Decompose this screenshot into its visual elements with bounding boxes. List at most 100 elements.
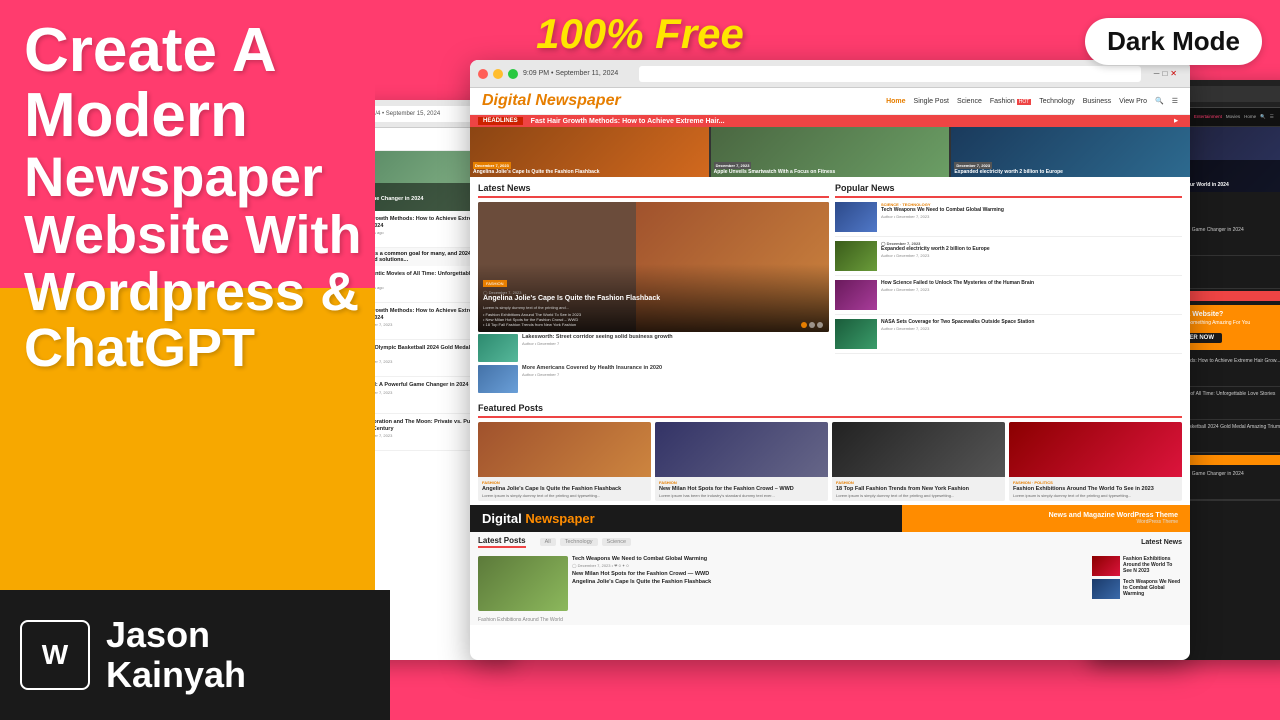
hero-title-2: Apple Unveils Smartwatch With a Focus on… bbox=[714, 169, 836, 175]
headline-line5: Wordpress & bbox=[24, 264, 366, 321]
featured-cat-3: FASHION bbox=[836, 480, 1001, 485]
featured-info-2: FASHION New Milan Hot Spots for the Fash… bbox=[655, 477, 828, 501]
latest-popular-section: Latest News FASHION ◯ December 7, 2023 A… bbox=[470, 177, 1190, 399]
popular-meta-4: Author • December 7, 2023 bbox=[881, 326, 1034, 331]
nav-business[interactable]: Business bbox=[1083, 98, 1111, 105]
ln-title-2: Tech Weapons We Need to Combat Global Wa… bbox=[1123, 579, 1182, 599]
center-browser: 9:09 PM • September 11, 2024 ─ □ ✕ Digit… bbox=[470, 60, 1190, 660]
maximize-icon[interactable]: □ bbox=[1162, 69, 1167, 78]
nav-viewpro[interactable]: View Pro bbox=[1119, 98, 1147, 105]
tab-all[interactable]: All bbox=[540, 538, 556, 546]
lp-title-1: Tech Weapons We Need to Combat Global Wa… bbox=[572, 556, 1088, 562]
digital-word: Digital bbox=[482, 511, 525, 526]
browser-bar-center: 9:09 PM • September 11, 2024 ─ □ ✕ bbox=[470, 60, 1190, 88]
dot-2 bbox=[809, 322, 815, 328]
nav-technology[interactable]: Technology bbox=[1039, 98, 1074, 105]
popular-title-2: Expanded electricity worth 2 billion to … bbox=[881, 246, 990, 252]
latest-posts-header: Latest Posts All Technology Science Late… bbox=[470, 532, 1190, 552]
featured-desc-3: Lorem ipsum is simply dummy text of the … bbox=[836, 494, 1001, 499]
dark-mode-badge[interactable]: Dark Mode bbox=[1085, 18, 1262, 65]
featured-title-1: Angelina Jolie's Cape Is Quite the Fashi… bbox=[482, 486, 647, 493]
featured-desc-2: Lorem ipsum has been the industry's stan… bbox=[659, 494, 824, 499]
headline-text: Create A Modern Newspaper bbox=[24, 18, 366, 207]
nav-items: Home Single Post Science Fashion HOT Tec… bbox=[886, 97, 1178, 105]
popular-img-1 bbox=[835, 202, 877, 232]
url-bar-center bbox=[639, 66, 1140, 82]
minimize-icon[interactable]: ─ bbox=[1154, 69, 1160, 78]
headline-line1: Create A bbox=[24, 18, 366, 83]
hero-cat-1: December 7, 2023 bbox=[473, 162, 511, 169]
small-meta-2: Author • December 7 bbox=[522, 372, 662, 377]
big-news-card: FASHION ◯ December 7, 2023 Angelina Joli… bbox=[478, 202, 829, 332]
featured-title-2: New Milan Hot Spots for the Fashion Crow… bbox=[659, 486, 824, 493]
headline-line3: Newspaper bbox=[24, 148, 366, 207]
featured-card-2: FASHION New Milan Hot Spots for the Fash… bbox=[655, 422, 828, 501]
card-big-overlay: FASHION ◯ December 7, 2023 Angelina Joli… bbox=[478, 264, 829, 332]
featured-img-1 bbox=[478, 422, 651, 477]
small-img-2 bbox=[478, 365, 518, 393]
featured-card-4: FASHION · POLITICS Fashion Exhibitions A… bbox=[1009, 422, 1182, 501]
newspaper-word: Newspaper bbox=[525, 511, 594, 526]
popular-title-3: How Science Failed to Unlock The Mysteri… bbox=[881, 280, 1034, 286]
featured-title-3: 18 Top Fall Fashion Trends from New York… bbox=[836, 486, 1001, 493]
nav-fashion[interactable]: Fashion HOT bbox=[990, 98, 1031, 105]
popular-news-title: Popular News bbox=[835, 183, 1182, 198]
featured-img-4 bbox=[1009, 422, 1182, 477]
lp-img-1 bbox=[478, 556, 568, 611]
headlines-bar: HEADLINES Fast Hair Growth Methods: How … bbox=[470, 115, 1190, 127]
hero-item-1: December 7, 2023 Angelina Jolie's Cape I… bbox=[470, 127, 709, 177]
featured-title-4: Fashion Exhibitions Around The World To … bbox=[1013, 486, 1178, 493]
nav-home[interactable]: Home bbox=[886, 98, 905, 105]
latest-posts-title: Latest Posts bbox=[478, 536, 526, 548]
search-icon[interactable]: 🔍 bbox=[1155, 97, 1164, 105]
dn-tagline-area: News and Magazine WordPress Theme WordPr… bbox=[1049, 512, 1178, 525]
featured-info-4: FASHION · POLITICS Fashion Exhibitions A… bbox=[1009, 477, 1182, 501]
screenshots-area: 8/8/8/4 • September 15, 2024 PİXEL. TOP … bbox=[375, 0, 1280, 720]
left-article-meta-5: Author • December 7, 2023 bbox=[375, 390, 468, 395]
featured-cat-4: FASHION · POLITICS bbox=[1013, 480, 1178, 485]
dark-nav-movies[interactable]: Movies bbox=[1226, 114, 1240, 120]
tab-tech[interactable]: Technology bbox=[560, 538, 598, 546]
lp-title-3: Angelina Jolie's Cape Is Quite the Fashi… bbox=[572, 579, 1088, 585]
tab-sci[interactable]: Science bbox=[602, 538, 632, 546]
newspaper-logo: Digital Newspaper bbox=[482, 92, 621, 110]
ln-title-1: Fashion Exhibitions Around the World To … bbox=[1123, 556, 1182, 576]
hero-item-3: December 7, 2023 Expanded electricity wo… bbox=[951, 127, 1190, 177]
ln-img-1 bbox=[1092, 556, 1120, 576]
headline-line6: ChatGPT bbox=[24, 320, 366, 377]
dn-logo-area: Digital Newspaper bbox=[482, 511, 595, 526]
ln-img-2 bbox=[1092, 579, 1120, 599]
ln-item-1: Fashion Exhibitions Around the World To … bbox=[1092, 556, 1182, 576]
popular-img-2 bbox=[835, 241, 877, 271]
menu-icon[interactable]: ☰ bbox=[1172, 97, 1178, 105]
headlines-label: HEADLINES bbox=[478, 117, 523, 125]
popular-meta-1: Author • December 7, 2023 bbox=[881, 214, 1004, 219]
featured-cat-2: FASHION bbox=[659, 480, 824, 485]
dark-nav-home[interactable]: Home bbox=[1244, 114, 1256, 120]
popular-meta-3: Author • December 7, 2023 bbox=[881, 287, 1034, 292]
dark-menu-icon[interactable]: ☰ bbox=[1270, 114, 1274, 120]
hero-grid: December 7, 2023 Angelina Jolie's Cape I… bbox=[470, 127, 1190, 177]
nav-single[interactable]: Single Post bbox=[914, 98, 949, 105]
featured-img-3 bbox=[832, 422, 1005, 477]
popular-img-4 bbox=[835, 319, 877, 349]
left-article-title-5: Leonardo AI: A Powerful Game Changer in … bbox=[375, 382, 468, 389]
small-news-1: Lakesworth: Street corridor seeing solid… bbox=[478, 334, 829, 362]
latest-posts-grid: Tech Weapons We Need to Combat Global Wa… bbox=[470, 552, 1190, 615]
free-label: 100% Free bbox=[536, 10, 744, 58]
hero-text-2: December 7, 2023 Apple Unveils Smartwatc… bbox=[714, 163, 836, 175]
card-cat-fashion: FASHION bbox=[483, 280, 507, 287]
hero-cat-2: December 7, 2023 bbox=[714, 162, 752, 169]
popular-3: How Science Failed to Unlock The Mysteri… bbox=[835, 280, 1182, 315]
nav-science[interactable]: Science bbox=[957, 98, 982, 105]
author-name: Jason Kainyah bbox=[106, 615, 246, 694]
dark-search-icon[interactable]: 🔍 bbox=[1260, 114, 1266, 120]
category-tabs: All Technology Science bbox=[540, 538, 632, 546]
latest-news-col: Latest News FASHION ◯ December 7, 2023 A… bbox=[478, 183, 829, 393]
dark-nav-entertainment[interactable]: Entertainment bbox=[1194, 114, 1222, 120]
headline-next[interactable]: ▶ bbox=[1170, 117, 1182, 125]
popular-2: ◯ December 7, 2023 Expanded electricity … bbox=[835, 241, 1182, 276]
dot-3 bbox=[817, 322, 823, 328]
close-icon[interactable]: ✕ bbox=[1170, 69, 1177, 78]
card-title-big: Angelina Jolie's Cape Is Quite the Fashi… bbox=[483, 295, 824, 303]
